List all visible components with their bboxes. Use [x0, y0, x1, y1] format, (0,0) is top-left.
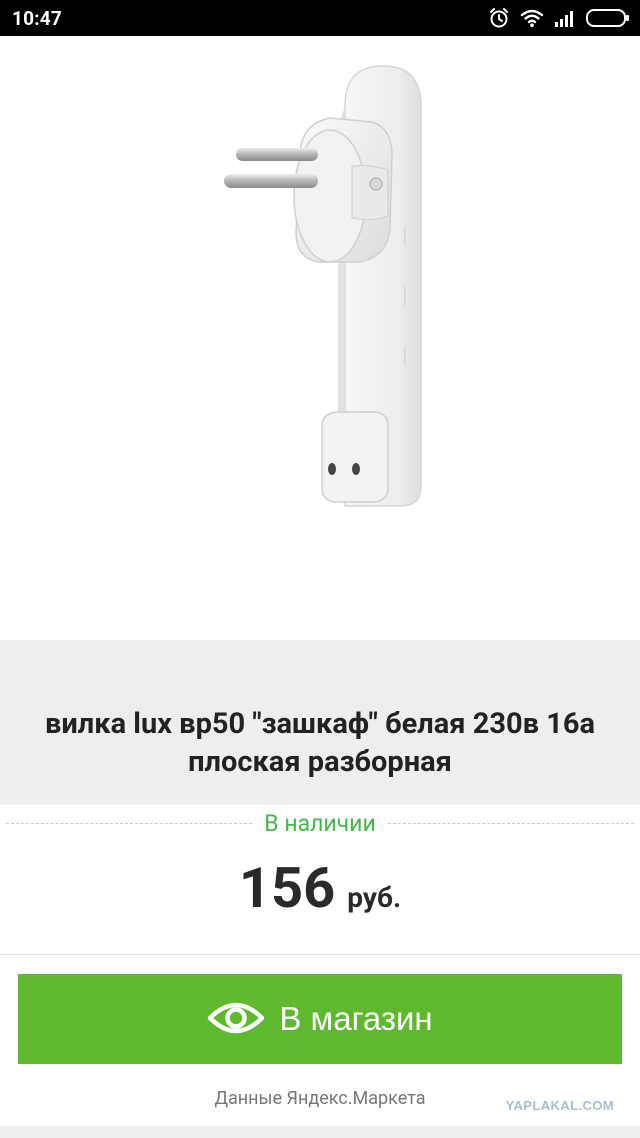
eye-icon	[207, 1001, 265, 1038]
alarm-icon	[488, 7, 510, 29]
price-divider	[0, 954, 640, 955]
price-currency: руб.	[347, 881, 402, 914]
availability-status: В наличии	[264, 809, 376, 837]
dashed-divider-left	[6, 822, 253, 824]
status-bar: 10:47	[0, 0, 640, 36]
wall-plug-illustration	[224, 65, 422, 507]
go-to-shop-button[interactable]: В магазин	[18, 974, 622, 1064]
status-icons	[488, 7, 630, 29]
shop-button-label: В магазин	[279, 1000, 433, 1037]
battery-icon	[586, 9, 630, 27]
price-value: 156	[238, 855, 336, 921]
wifi-icon	[520, 8, 544, 28]
signal-icon	[554, 9, 576, 27]
status-time: 10:47	[12, 6, 62, 30]
price: 156 руб.	[0, 855, 640, 935]
availability-row: В наличии	[0, 805, 640, 841]
product-image	[0, 36, 640, 640]
site-watermark: YAPLAKAL.COM	[505, 1098, 614, 1113]
dashed-divider-right	[387, 822, 635, 824]
product-title-box: вилка lux вр50 "зашкаф" белая 230в 16а п…	[0, 640, 640, 805]
product-title: вилка lux вр50 "зашкаф" белая 230в 16а п…	[45, 706, 595, 779]
bottom-strip	[0, 1126, 640, 1138]
